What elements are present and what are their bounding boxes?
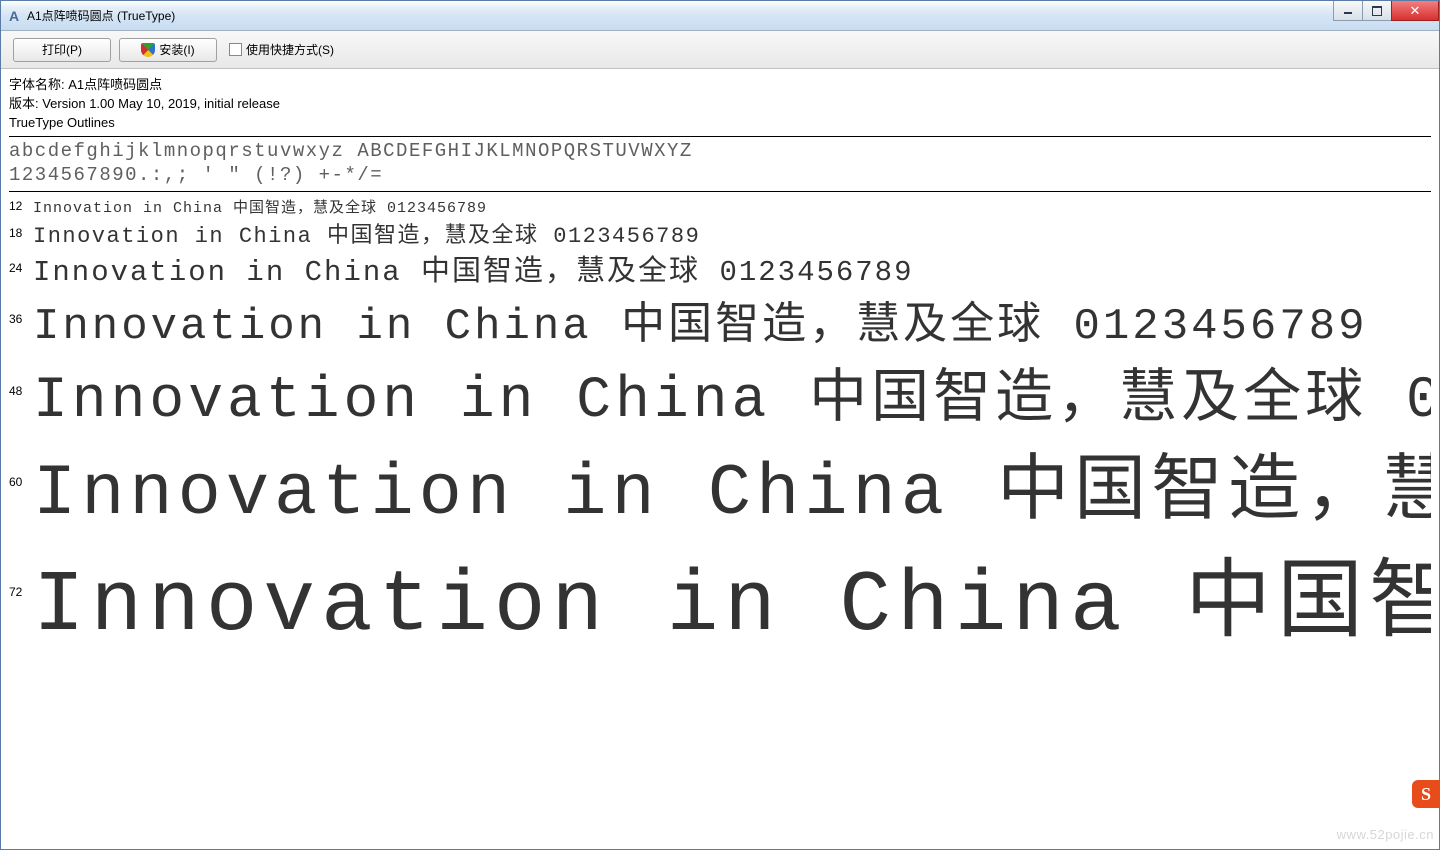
specimen-row-48: 48 Innovation in China 中国智造，慧及全球 0123456… xyxy=(9,350,1431,432)
shortcut-checkbox[interactable] xyxy=(229,43,242,56)
print-button-label: 打印(P) xyxy=(42,41,82,58)
app-icon: A xyxy=(6,8,22,24)
specimen-text: Innovation in China 中国智造，慧及全球 0123456789 xyxy=(33,432,1431,532)
font-viewer-window: A A1点阵喷码圆点 (TrueType) ✕ 打印(P) 安装(I) 使用快捷… xyxy=(0,0,1440,850)
window-controls: ✕ xyxy=(1334,1,1439,21)
close-button[interactable]: ✕ xyxy=(1391,1,1439,21)
specimen-row-36: 36 Innovation in China 中国智造，慧及全球 0123456… xyxy=(9,288,1431,350)
install-button[interactable]: 安装(I) xyxy=(119,38,217,62)
specimen-row-60: 60 Innovation in China 中国智造，慧及全球 0123456… xyxy=(9,432,1431,532)
specimen-row-24: 24 Innovation in China 中国智造，慧及全球 0123456… xyxy=(9,248,1431,288)
specimen-text: Innovation in China 中国智造，慧及全球 0123456789 xyxy=(33,218,700,248)
shortcut-checkbox-wrap[interactable]: 使用快捷方式(S) xyxy=(229,41,334,58)
minimize-button[interactable] xyxy=(1333,1,1363,21)
charset-line-1: abcdefghijklmnopqrstuvwxyz ABCDEFGHIJKLM… xyxy=(9,139,1431,163)
size-label: 48 xyxy=(9,384,33,398)
size-label: 18 xyxy=(9,226,33,240)
specimen-text: Innovation in China 中国智造，慧及全球 0123456789 xyxy=(33,248,914,288)
ime-badge-icon[interactable]: S xyxy=(1412,780,1440,808)
specimen-text: Innovation in China 中国智造，慧及全球 0123456789 xyxy=(33,288,1368,350)
titlebar[interactable]: A A1点阵喷码圆点 (TrueType) ✕ xyxy=(1,1,1439,31)
charset-line-2: 1234567890.:,; ' " (!?) +-*/= xyxy=(9,163,1431,187)
size-label: 12 xyxy=(9,199,33,213)
specimen-row-18: 18 Innovation in China 中国智造，慧及全球 0123456… xyxy=(9,218,1431,248)
maximize-button[interactable] xyxy=(1362,1,1392,21)
divider xyxy=(9,136,1431,137)
font-name-line: 字体名称: A1点阵喷码圆点 xyxy=(9,75,1431,94)
specimen-row-72: 72 Innovation in China 中国智造，慧及全球 0123456… xyxy=(9,532,1431,652)
specimen-row-12: 12 Innovation in China 中国智造，慧及全球 0123456… xyxy=(9,194,1431,218)
size-label: 60 xyxy=(9,475,33,489)
uac-shield-icon xyxy=(141,43,155,57)
install-button-label: 安装(I) xyxy=(159,41,194,58)
window-title: A1点阵喷码圆点 (TrueType) xyxy=(27,7,1434,24)
size-label: 36 xyxy=(9,312,33,326)
font-outlines-line: TrueType Outlines xyxy=(9,113,1431,132)
content-area: 字体名称: A1点阵喷码圆点 版本: Version 1.00 May 10, … xyxy=(1,69,1439,849)
specimen-text: Innovation in China 中国智造，慧及全球 0123456789 xyxy=(33,532,1431,652)
shortcut-checkbox-label: 使用快捷方式(S) xyxy=(246,41,334,58)
size-label: 72 xyxy=(9,585,33,599)
print-button[interactable]: 打印(P) xyxy=(13,38,111,62)
size-label: 24 xyxy=(9,261,33,275)
font-version-line: 版本: Version 1.00 May 10, 2019, initial r… xyxy=(9,94,1431,113)
divider xyxy=(9,191,1431,192)
watermark-text: www.52pojie.cn xyxy=(1337,827,1434,842)
toolbar: 打印(P) 安装(I) 使用快捷方式(S) xyxy=(1,31,1439,69)
specimen-text: Innovation in China 中国智造，慧及全球 0123456789 xyxy=(33,350,1431,432)
specimen-text: Innovation in China 中国智造，慧及全球 0123456789 xyxy=(33,196,487,217)
